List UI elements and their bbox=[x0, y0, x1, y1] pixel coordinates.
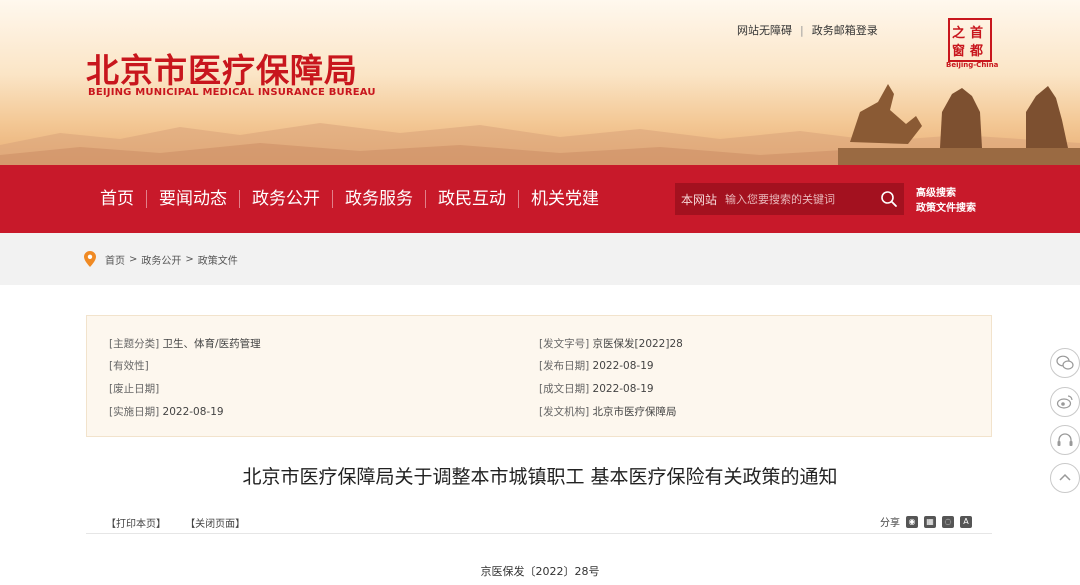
headset-float-button[interactable] bbox=[1050, 425, 1080, 455]
email-login-link[interactable]: 政务邮箱登录 bbox=[812, 24, 878, 37]
breadcrumb-bar: 首页 > 政务公开 > 政策文件 bbox=[0, 233, 1080, 285]
font-size-icon[interactable]: A bbox=[960, 515, 972, 528]
seal-icon: 首 都 之 窗 bbox=[952, 25, 983, 59]
headset-icon bbox=[1057, 433, 1073, 446]
close-page-button[interactable]: 【关闭页面】 bbox=[185, 519, 245, 530]
page-tools: 【打印本页】 【关闭页面】 bbox=[106, 515, 261, 530]
meta-doc-number: [发文字号] 京医保发[2022]28 bbox=[539, 338, 683, 350]
wechat-share-icon[interactable]: ◌ bbox=[942, 515, 954, 528]
meta-expiry: [废止日期] bbox=[109, 383, 160, 395]
nav-item-news[interactable]: 要闻动态 bbox=[147, 190, 240, 208]
wechat-float-button[interactable] bbox=[1050, 348, 1080, 378]
advanced-search-link[interactable]: 高级搜索 bbox=[916, 186, 976, 201]
meta-issuing-agency: [发文机构] 北京市医疗保障局 bbox=[539, 406, 677, 418]
svg-text:之: 之 bbox=[952, 25, 965, 41]
search-input[interactable] bbox=[725, 192, 874, 206]
share-bar: 分享 ◉ ▦ ◌ A bbox=[880, 514, 972, 529]
capital-window-logo[interactable]: 首 都 之 窗 bbox=[948, 18, 992, 62]
search-box: 本网站 bbox=[675, 183, 904, 215]
wechat-icon bbox=[1056, 355, 1074, 370]
accessibility-link[interactable]: 网站无障碍 bbox=[737, 24, 792, 37]
document-number: 京医保发〔2022〕28号 bbox=[480, 565, 600, 578]
breadcrumb-policy-docs[interactable]: 政策文件 bbox=[198, 252, 238, 267]
search-button[interactable] bbox=[874, 183, 904, 215]
meta-topic: [主题分类] 卫生、体育/医药管理 bbox=[109, 338, 261, 350]
weibo-share-icon[interactable]: ◉ bbox=[906, 515, 918, 528]
svg-text:窗: 窗 bbox=[952, 43, 965, 59]
search-icon bbox=[881, 191, 897, 207]
svg-text:首: 首 bbox=[970, 25, 983, 41]
meta-publish-date: [发布日期] 2022-08-19 bbox=[539, 360, 654, 372]
top-links: 网站无障碍 | 政务邮箱登录 bbox=[737, 24, 878, 37]
document-metadata-box: [主题分类] 卫生、体育/医药管理 [有效性] [废止日期] [实施日期] 20… bbox=[86, 315, 992, 437]
nav-item-interaction[interactable]: 政民互动 bbox=[426, 190, 519, 208]
meta-effective-date: [实施日期] 2022-08-19 bbox=[109, 406, 224, 418]
policy-search-link[interactable]: 政策文件搜索 bbox=[916, 201, 976, 216]
location-pin-icon bbox=[84, 251, 96, 267]
breadcrumb: 首页 > 政务公开 > 政策文件 bbox=[84, 251, 238, 267]
meta-written-date: [成文日期] 2022-08-19 bbox=[539, 383, 654, 395]
weibo-icon bbox=[1056, 395, 1073, 409]
meta-validity: [有效性] bbox=[109, 360, 149, 372]
nav-item-public-affairs[interactable]: 政务公开 bbox=[240, 190, 333, 208]
nav-item-party[interactable]: 机关党建 bbox=[519, 190, 611, 208]
back-to-top-button[interactable] bbox=[1050, 463, 1080, 493]
search-scope-select[interactable]: 本网站 bbox=[675, 191, 725, 208]
svg-text:都: 都 bbox=[969, 43, 983, 59]
share-label: 分享 bbox=[880, 518, 900, 529]
seal-caption: Beijing-China bbox=[946, 61, 999, 69]
site-logo-subtitle: BEIJING MUNICIPAL MEDICAL INSURANCE BURE… bbox=[88, 87, 376, 98]
print-button[interactable]: 【打印本页】 bbox=[106, 519, 166, 530]
site-logo-title[interactable]: 北京市医疗保障局 bbox=[86, 44, 358, 92]
divider bbox=[86, 533, 992, 534]
chevron-up-icon bbox=[1059, 473, 1071, 481]
weibo-float-button[interactable] bbox=[1050, 387, 1080, 417]
breadcrumb-public-affairs[interactable]: 政务公开 bbox=[141, 252, 181, 267]
advanced-search-links: 高级搜索 政策文件搜索 bbox=[916, 186, 976, 216]
bronze-statues bbox=[838, 84, 1080, 165]
nav-item-services[interactable]: 政务服务 bbox=[333, 190, 426, 208]
qr-share-icon[interactable]: ▦ bbox=[924, 515, 936, 528]
page-title: 北京市医疗保障局关于调整本市城镇职工 基本医疗保险有关政策的通知 bbox=[242, 466, 838, 488]
nav-item-home[interactable]: 首页 bbox=[88, 190, 147, 208]
breadcrumb-home[interactable]: 首页 bbox=[105, 252, 125, 267]
